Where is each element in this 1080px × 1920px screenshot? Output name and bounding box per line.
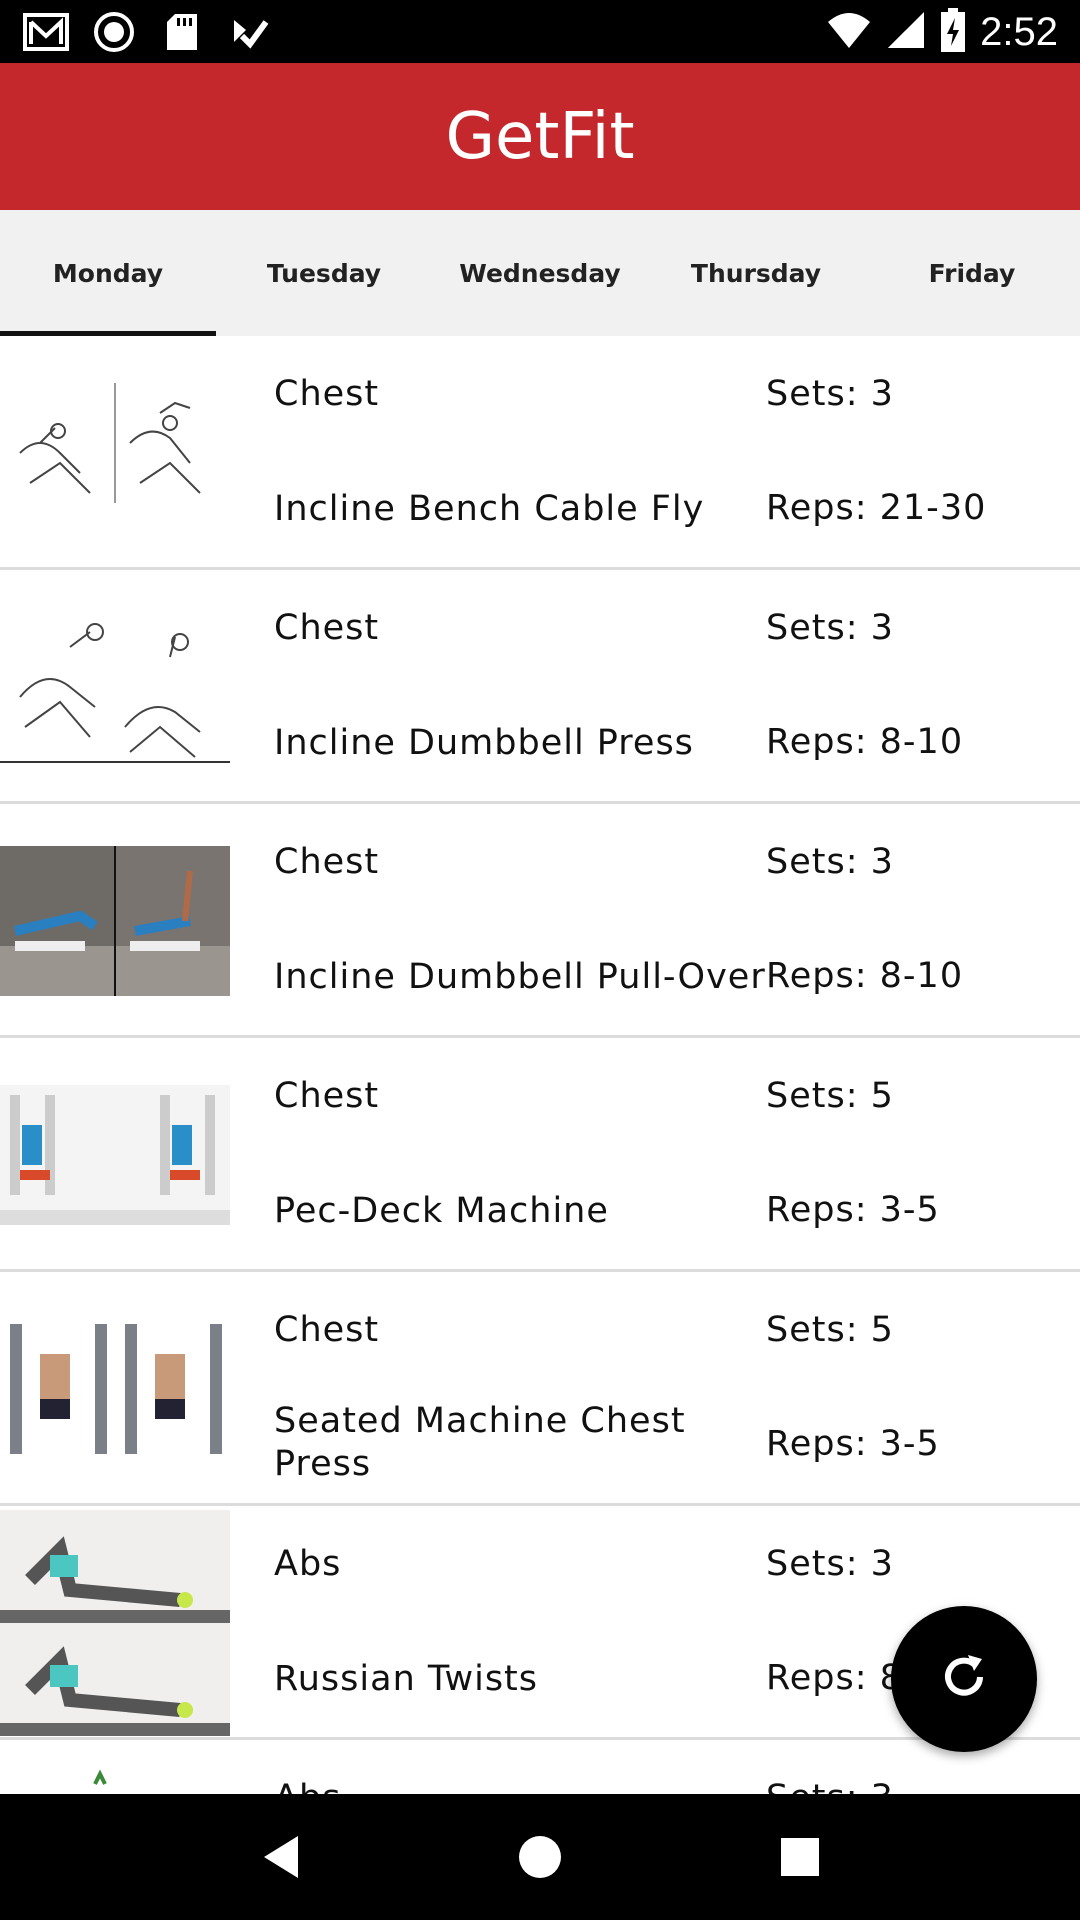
list-item[interactable]: Chest Incline Dumbbell Press Sets: 3 Rep… (0, 570, 1080, 804)
exercise-reps: Reps: 3-5 (766, 1190, 940, 1230)
tab-friday[interactable]: Friday (864, 210, 1080, 336)
exercise-sets: Sets: 3 (766, 1544, 894, 1584)
recents-icon[interactable] (760, 1817, 840, 1897)
list-item[interactable]: Chest Seated Machine Chest Press Sets: 5… (0, 1272, 1080, 1506)
list-item[interactable]: Chest Incline Bench Cable Fly Sets: 3 Re… (0, 336, 1080, 570)
back-icon[interactable] (240, 1817, 320, 1897)
exercise-sets: Sets: 5 (766, 1076, 894, 1116)
refresh-button[interactable] (891, 1606, 1037, 1752)
muscle-group: Chest (274, 374, 380, 414)
exercise-name: Russian Twists (274, 1659, 539, 1699)
exercise-thumbnail (0, 1744, 230, 1794)
exercise-sets: Sets: 3 (766, 1778, 894, 1794)
exercise-thumbnail (0, 340, 230, 566)
list-item[interactable]: Abs Sets: 3 (0, 1740, 1080, 1794)
exercise-name: Incline Dumbbell Press (274, 723, 694, 763)
navigation-bar (0, 1794, 1080, 1920)
exercise-thumbnail (0, 808, 230, 1034)
checkmark-icon (226, 10, 274, 54)
exercise-name: Seated Machine Chest Press (274, 1401, 686, 1484)
wifi-icon (826, 10, 872, 55)
exercise-reps: Reps: 8 (766, 1658, 903, 1698)
battery-charging-icon (940, 8, 966, 57)
muscle-group: Chest (274, 608, 380, 648)
day-tabs: Monday Tuesday Wednesday Thursday Friday (0, 210, 1080, 336)
exercise-sets: Sets: 5 (766, 1310, 894, 1350)
tab-thursday[interactable]: Thursday (648, 210, 864, 336)
exercise-sets: Sets: 3 (766, 374, 894, 414)
muscle-group: Chest (274, 1076, 380, 1116)
tab-tuesday[interactable]: Tuesday (216, 210, 432, 336)
list-item[interactable]: Chest Pec-Deck Machine Sets: 5 Reps: 3-5 (0, 1038, 1080, 1272)
tab-monday[interactable]: Monday (0, 210, 216, 336)
home-icon[interactable] (500, 1817, 580, 1897)
exercise-name: Incline Dumbbell Pull-Over (274, 957, 766, 997)
status-bar: 2:52 (0, 0, 1080, 63)
exercise-name: Incline Bench Cable Fly (274, 489, 705, 529)
exercise-name: Pec-Deck Machine (274, 1191, 609, 1231)
exercise-thumbnail (0, 1510, 230, 1736)
muscle-group: Abs (274, 1544, 342, 1584)
app-bar: GetFit (0, 63, 1080, 210)
status-time: 2:52 (980, 10, 1058, 54)
gmail-icon (22, 10, 70, 54)
exercise-thumbnail (0, 1042, 230, 1268)
muscle-group: Chest (274, 842, 380, 882)
exercise-sets: Sets: 3 (766, 608, 894, 648)
refresh-icon (936, 1649, 992, 1710)
list-item[interactable]: Chest Incline Dumbbell Pull-Over Sets: 3… (0, 804, 1080, 1038)
tab-wednesday[interactable]: Wednesday (432, 210, 648, 336)
exercise-list[interactable]: Chest Incline Bench Cable Fly Sets: 3 Re… (0, 336, 1080, 1794)
exercise-reps: Reps: 3-5 (766, 1424, 940, 1464)
exercise-thumbnail (0, 1276, 230, 1502)
exercise-reps: Reps: 8-10 (766, 722, 964, 762)
exercise-reps: Reps: 8-10 (766, 956, 964, 996)
app-title: GetFit (445, 99, 635, 174)
muscle-group: Chest (274, 1310, 380, 1350)
exercise-thumbnail (0, 574, 230, 800)
signal-icon (886, 10, 926, 55)
muscle-group: Abs (274, 1778, 341, 1794)
record-icon (90, 10, 138, 54)
exercise-sets: Sets: 3 (766, 842, 894, 882)
exercise-reps: Reps: 21-30 (766, 488, 987, 528)
sd-card-icon (158, 10, 206, 54)
